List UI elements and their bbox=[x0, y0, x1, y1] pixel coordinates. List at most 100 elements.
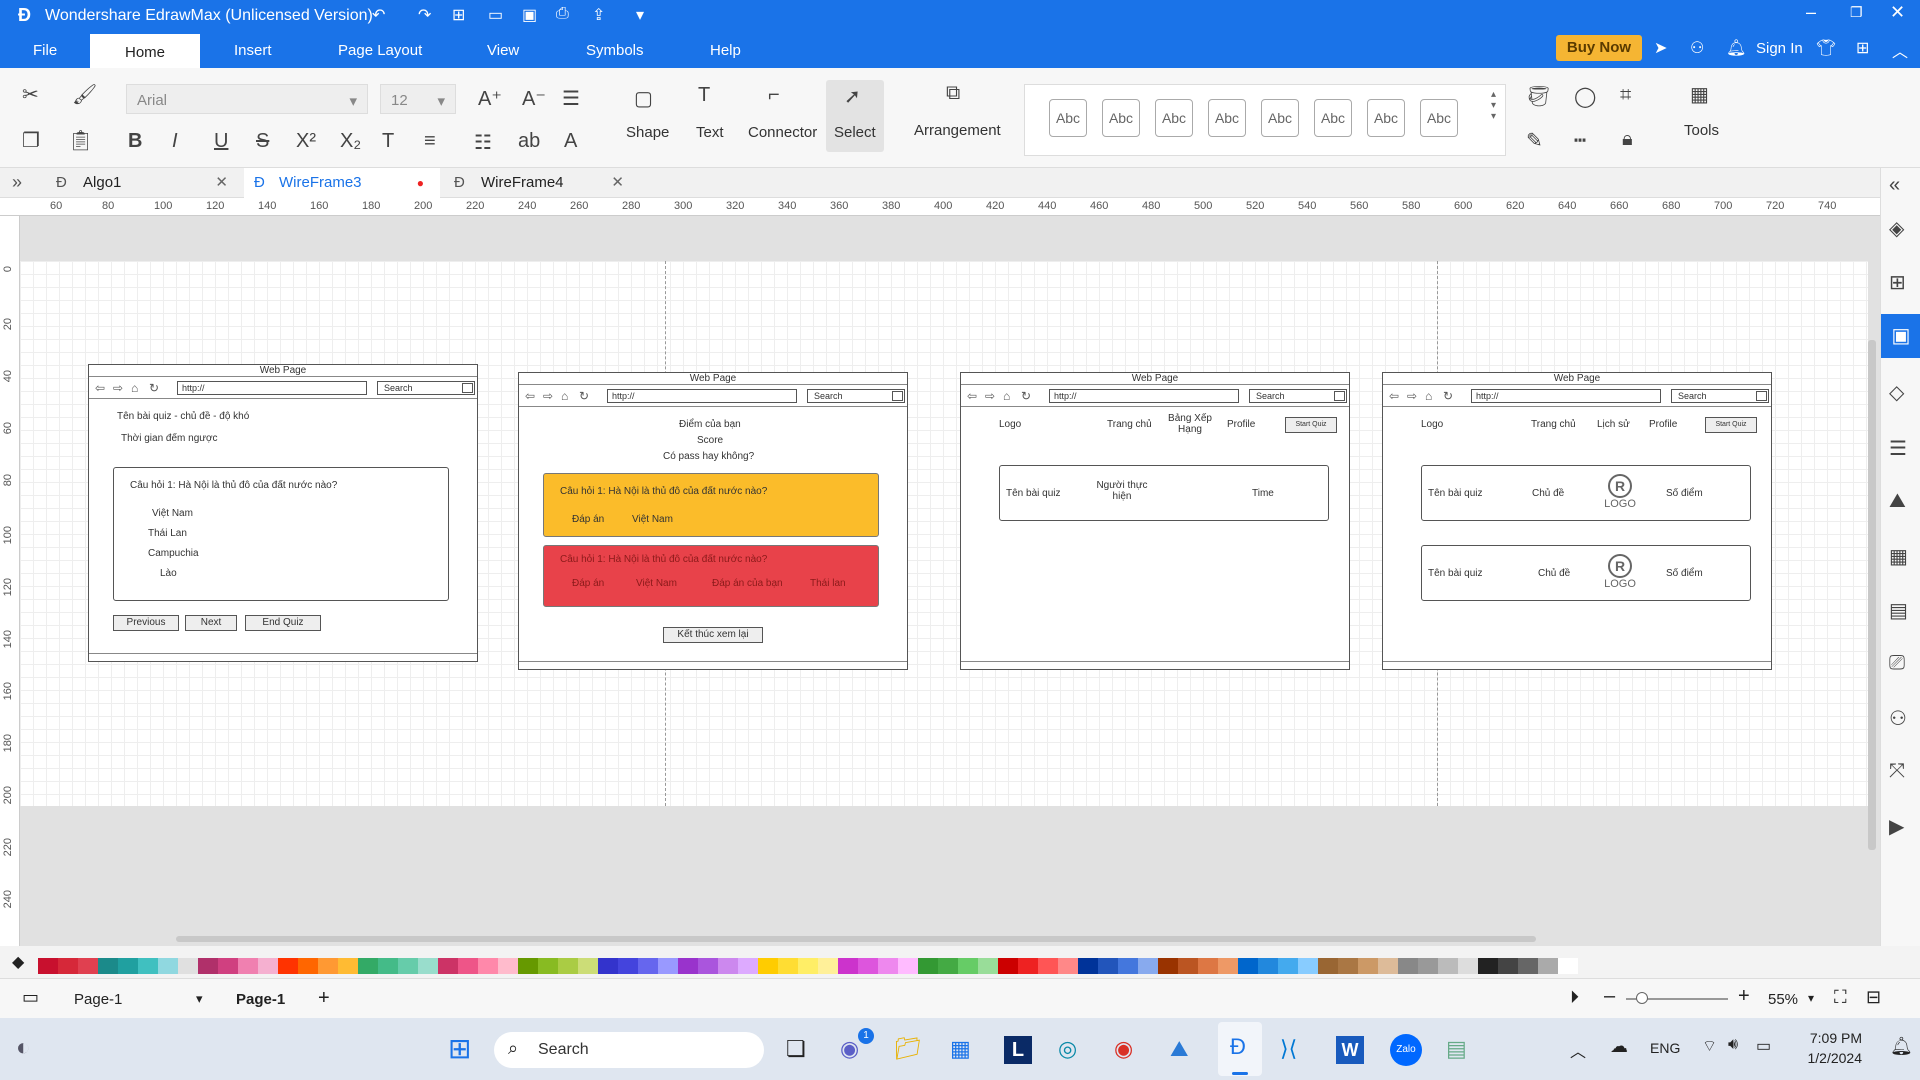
bold-icon[interactable]: B bbox=[128, 130, 142, 153]
bullets-icon[interactable]: ☷ bbox=[474, 130, 492, 155]
color-swatch[interactable] bbox=[798, 958, 818, 974]
line-style-icon[interactable]: ┅ bbox=[1574, 128, 1586, 153]
superscript-icon[interactable]: X² bbox=[296, 130, 316, 153]
color-swatch[interactable] bbox=[638, 958, 658, 974]
color-swatch[interactable] bbox=[1178, 958, 1198, 974]
wireframe-history[interactable]: Web Page ⇦ ⇨ ⌂ ↻ http:// Search Logo Tra… bbox=[1382, 372, 1772, 670]
photos-icon[interactable]: ⛰ bbox=[1170, 1036, 1188, 1062]
send-icon[interactable]: ➤ bbox=[1654, 38, 1667, 58]
copy-icon[interactable]: ❐ bbox=[22, 128, 40, 153]
swatch-row[interactable] bbox=[38, 958, 1882, 974]
text-icon[interactable]: T bbox=[698, 84, 710, 107]
structure-panel-icon[interactable]: ⚇ bbox=[1889, 706, 1907, 731]
color-swatch[interactable] bbox=[98, 958, 118, 974]
menu-view[interactable]: View bbox=[487, 42, 519, 59]
color-swatch[interactable] bbox=[738, 958, 758, 974]
fit-page-icon[interactable]: ⊟ bbox=[1866, 987, 1881, 1008]
close-icon[interactable]: ✕ bbox=[1890, 2, 1905, 23]
tools-button[interactable]: Tools bbox=[1684, 122, 1719, 139]
chevron-down-icon[interactable]: ▾ bbox=[1808, 991, 1814, 1005]
edge-icon[interactable]: ◎ bbox=[1058, 1036, 1077, 1062]
color-swatch[interactable] bbox=[278, 958, 298, 974]
format-painter-icon[interactable]: 🖌︎ bbox=[72, 82, 97, 107]
font-family-select[interactable]: Arial ▾ bbox=[126, 84, 368, 114]
line-spacing-icon[interactable]: ≡ bbox=[424, 130, 436, 153]
page-view-icon[interactable]: ▭ bbox=[22, 987, 39, 1008]
fill-panel-icon[interactable]: ◈ bbox=[1889, 216, 1904, 241]
teams-icon[interactable]: ◉ bbox=[840, 1036, 859, 1062]
color-swatch[interactable] bbox=[558, 958, 578, 974]
apps-icon[interactable]: ⊞ bbox=[1856, 38, 1869, 58]
chrome-icon[interactable]: ◉ bbox=[1114, 1036, 1133, 1062]
style-swatch-2[interactable]: Abc bbox=[1102, 99, 1140, 137]
minimize-icon[interactable]: – bbox=[1806, 2, 1816, 23]
symbols-panel-icon[interactable]: ⊞ bbox=[1889, 270, 1906, 295]
color-swatch[interactable] bbox=[1218, 958, 1238, 974]
color-swatch[interactable] bbox=[1318, 958, 1338, 974]
cut-icon[interactable]: ✂ bbox=[22, 82, 39, 107]
color-swatch[interactable] bbox=[1358, 958, 1378, 974]
color-swatch[interactable] bbox=[258, 958, 278, 974]
gallery-scroll-icon[interactable]: ▴ ▾ ▾ bbox=[1491, 89, 1496, 122]
color-swatch[interactable] bbox=[1518, 958, 1538, 974]
restore-icon[interactable]: ❐ bbox=[1850, 4, 1863, 21]
table-panel-icon[interactable]: ▦ bbox=[1889, 544, 1908, 569]
strikethrough-icon[interactable]: S bbox=[256, 130, 269, 153]
notifications-icon[interactable]: 🔔︎ bbox=[1890, 1036, 1913, 1057]
image-panel-icon[interactable]: ▣ bbox=[1881, 314, 1920, 358]
new-icon[interactable]: ⊞ bbox=[452, 5, 465, 25]
color-swatch[interactable] bbox=[1038, 958, 1058, 974]
presentation-panel-icon[interactable]: ▶ bbox=[1889, 814, 1904, 839]
color-swatch[interactable] bbox=[178, 958, 198, 974]
font-size-select[interactable]: 12 ▾ bbox=[380, 84, 456, 114]
zoom-level[interactable]: 55% bbox=[1768, 991, 1798, 1008]
color-swatch[interactable] bbox=[958, 958, 978, 974]
app-l-icon[interactable]: L bbox=[1004, 1036, 1032, 1064]
color-swatch[interactable] bbox=[338, 958, 358, 974]
connector-button[interactable]: Connector bbox=[748, 124, 817, 141]
increase-font-icon[interactable]: A⁺ bbox=[478, 86, 502, 111]
color-swatch[interactable] bbox=[358, 958, 378, 974]
color-swatch[interactable] bbox=[778, 958, 798, 974]
color-swatch[interactable] bbox=[598, 958, 618, 974]
color-swatch[interactable] bbox=[1118, 958, 1138, 974]
cloud-icon[interactable]: ☁ bbox=[1610, 1036, 1628, 1057]
color-swatch[interactable] bbox=[1418, 958, 1438, 974]
chart-panel-icon[interactable]: ⛰ bbox=[1889, 490, 1906, 513]
save-icon[interactable]: ▣ bbox=[522, 5, 537, 25]
color-swatch[interactable] bbox=[398, 958, 418, 974]
color-swatch[interactable] bbox=[1158, 958, 1178, 974]
color-swatch[interactable] bbox=[118, 958, 138, 974]
color-swatch[interactable] bbox=[1398, 958, 1418, 974]
color-swatch[interactable] bbox=[158, 958, 178, 974]
color-swatch[interactable] bbox=[1018, 958, 1038, 974]
store-icon[interactable]: ▦ bbox=[950, 1036, 971, 1062]
wifi-icon[interactable]: ⌔ bbox=[1702, 1036, 1717, 1056]
color-swatch[interactable] bbox=[38, 958, 58, 974]
italic-icon[interactable]: I bbox=[172, 130, 178, 153]
color-swatch[interactable] bbox=[378, 958, 398, 974]
fill-icon[interactable]: 🪣︎ bbox=[1526, 84, 1551, 109]
drawing-canvas[interactable]: Web Page ⇦ ⇨ ⌂ ↻ http:// Search Tên bài … bbox=[20, 216, 1868, 946]
color-swatch[interactable] bbox=[518, 958, 538, 974]
color-swatch[interactable] bbox=[418, 958, 438, 974]
style-swatch-3[interactable]: Abc bbox=[1155, 99, 1193, 137]
color-swatch[interactable] bbox=[658, 958, 678, 974]
decrease-font-icon[interactable]: A⁻ bbox=[522, 86, 546, 111]
color-swatch[interactable] bbox=[1278, 958, 1298, 974]
quick-access-dropdown-icon[interactable]: ▾ bbox=[636, 5, 644, 25]
wireframe-leaderboard[interactable]: Web Page ⇦ ⇨ ⌂ ↻ http:// Search Logo Tra… bbox=[960, 372, 1350, 670]
color-swatch[interactable] bbox=[198, 958, 218, 974]
shirt-icon[interactable]: 👕︎ bbox=[1816, 38, 1836, 58]
wireframe-quiz[interactable]: Web Page ⇦ ⇨ ⌂ ↻ http:// Search Tên bài … bbox=[88, 364, 478, 662]
color-swatch[interactable] bbox=[1558, 958, 1578, 974]
wireframe-result[interactable]: Web Page ⇦ ⇨ ⌂ ↻ http:// Search Điểm của… bbox=[518, 372, 908, 670]
add-page-icon[interactable]: + bbox=[318, 987, 330, 1010]
shape-style-icon[interactable]: ◯ bbox=[1574, 84, 1596, 109]
task-view-icon[interactable]: ❏ bbox=[786, 1036, 806, 1062]
color-swatch[interactable] bbox=[838, 958, 858, 974]
color-swatch[interactable] bbox=[1198, 958, 1218, 974]
color-swatch[interactable] bbox=[1438, 958, 1458, 974]
menu-help[interactable]: Help bbox=[710, 42, 741, 59]
color-swatch[interactable] bbox=[1378, 958, 1398, 974]
